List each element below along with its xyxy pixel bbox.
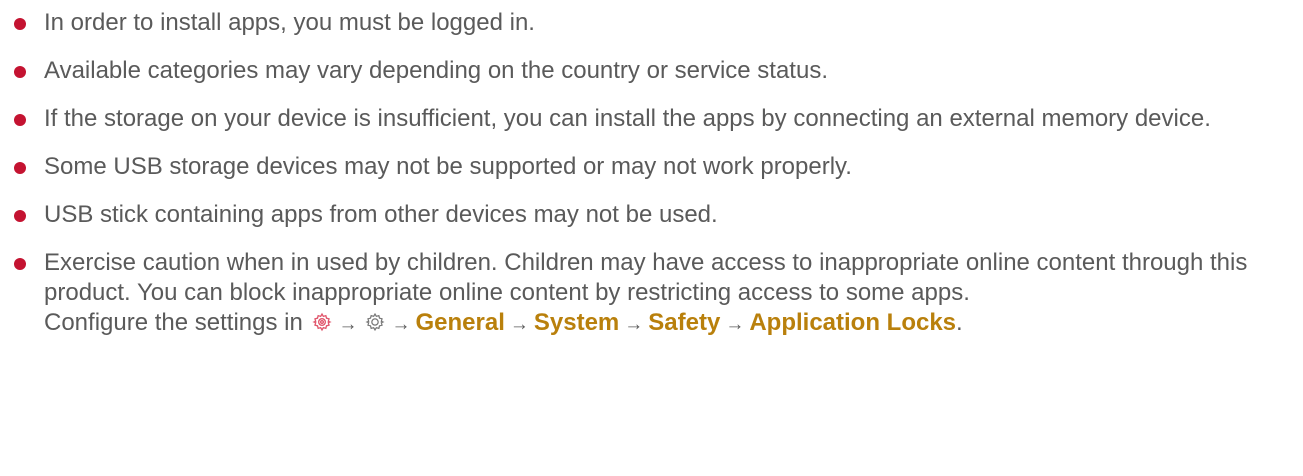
menu-general: General (415, 309, 505, 336)
note-item: Exercise caution when in used by childre… (14, 248, 1300, 340)
note-text: If the storage on your device is insuffi… (44, 105, 1211, 132)
settings-path-prefix: Configure the settings in (44, 309, 303, 336)
settings-path-instruction: Configure the settings in → → General → Sys… (44, 308, 1300, 340)
bullet-icon (14, 114, 26, 126)
note-item: USB stick containing apps from other dev… (14, 200, 1300, 230)
menu-application-locks: Application Locks (749, 309, 957, 336)
note-text: In order to install apps, you must be lo… (44, 9, 535, 36)
all-settings-icon (364, 310, 385, 340)
note-text: Available categories may vary depending … (44, 57, 828, 84)
bullet-icon (14, 18, 26, 30)
bullet-icon (14, 210, 26, 222)
bullet-icon (14, 66, 26, 78)
settings-path-suffix: . (956, 309, 963, 336)
arrow-icon: → (338, 314, 358, 335)
note-text: Exercise caution when in used by childre… (44, 249, 1248, 306)
settings-icon (311, 310, 332, 340)
bullet-icon (14, 258, 26, 270)
note-item: If the storage on your device is insuffi… (14, 104, 1300, 134)
note-item: In order to install apps, you must be lo… (14, 8, 1300, 38)
arrow-icon: → (624, 314, 644, 335)
arrow-icon: → (509, 314, 529, 335)
note-text: USB stick containing apps from other dev… (44, 201, 718, 228)
notes-list: In order to install apps, you must be lo… (14, 8, 1300, 358)
menu-system: System (533, 309, 620, 336)
arrow-icon: → (725, 314, 745, 335)
note-item: Some USB storage devices may not be supp… (14, 152, 1300, 182)
note-item: Available categories may vary depending … (14, 56, 1300, 86)
bullet-icon (14, 162, 26, 174)
note-text: Some USB storage devices may not be supp… (44, 153, 852, 180)
arrow-icon: → (391, 314, 411, 335)
menu-safety: Safety (648, 309, 721, 336)
